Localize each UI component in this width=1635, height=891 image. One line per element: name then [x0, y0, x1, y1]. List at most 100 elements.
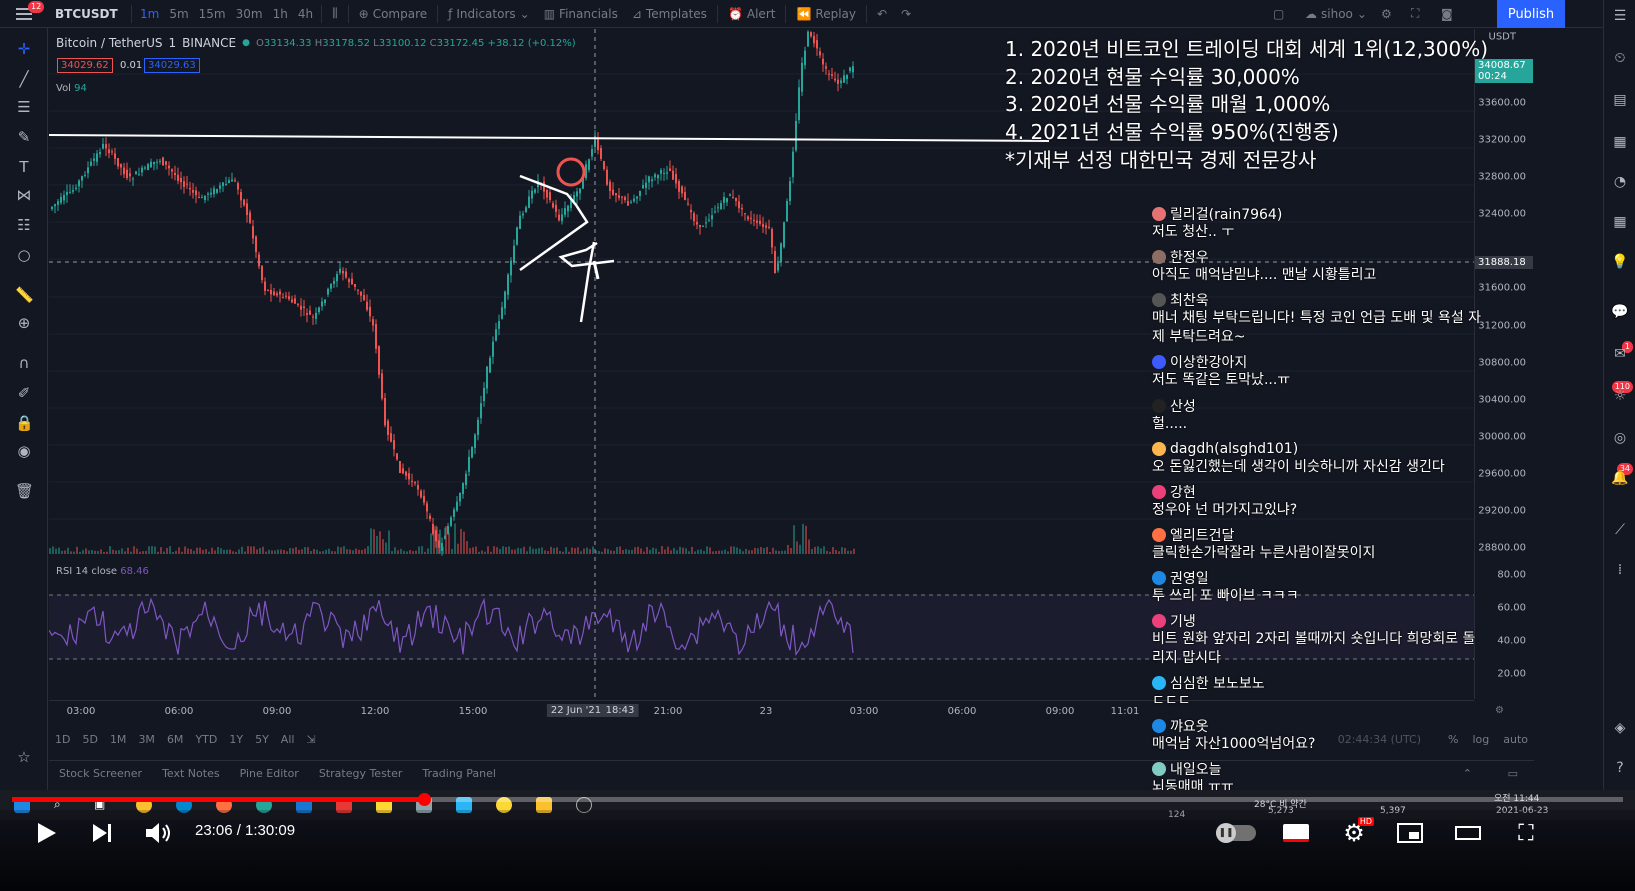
data-window-icon[interactable]: ▤: [1610, 90, 1630, 110]
circle-shape-icon[interactable]: ○: [15, 246, 33, 264]
play-button[interactable]: [28, 815, 64, 851]
replay-button[interactable]: ⏪ Replay: [789, 0, 863, 28]
progress-scrubber[interactable]: [418, 793, 431, 806]
volume-button[interactable]: [140, 815, 176, 851]
subtitles-button[interactable]: [1278, 815, 1314, 851]
interval-1m[interactable]: 1m: [135, 0, 164, 28]
trash-icon[interactable]: 🗑: [15, 482, 34, 500]
zoom-in-icon[interactable]: ⊕: [15, 314, 33, 332]
theater-button[interactable]: [1450, 815, 1486, 851]
drawn-circle-marker[interactable]: [556, 157, 586, 187]
hotlist-icon[interactable]: ▦: [1610, 132, 1630, 152]
stream-icon[interactable]: ◎: [1610, 428, 1630, 448]
interval-1h[interactable]: 1h: [268, 0, 293, 28]
interval-30m[interactable]: 30m: [231, 0, 268, 28]
dom-icon[interactable]: ⁞: [1610, 560, 1630, 580]
tab-stock-screener[interactable]: Stock Screener: [49, 767, 152, 780]
lock-drawing-icon[interactable]: ✐: [15, 384, 33, 402]
range-3m[interactable]: 3M: [132, 733, 161, 746]
main-menu-button[interactable]: 12: [0, 0, 48, 28]
symbol-search-button[interactable]: BTCUSDT: [48, 0, 128, 28]
volume-bar: [556, 547, 558, 554]
brush-icon[interactable]: ✎: [15, 128, 33, 146]
calendar-icon[interactable]: ◔: [1610, 172, 1630, 192]
layout-name-button[interactable]: ☁ sihoo ⌄: [1298, 0, 1374, 28]
settings-button[interactable]: ⚙ HD: [1336, 815, 1374, 851]
lightbulb-icon[interactable]: 💡: [1610, 252, 1630, 272]
text-tool-icon[interactable]: T: [15, 158, 33, 176]
settings-button[interactable]: ⚙: [1374, 0, 1399, 28]
financials-button[interactable]: ▥ Financials: [537, 0, 625, 28]
horizontal-drawn-line[interactable]: [49, 134, 1050, 142]
range-1y[interactable]: 1Y: [223, 733, 249, 746]
goto-date-icon[interactable]: ⇲: [300, 733, 321, 746]
range-all[interactable]: All: [275, 733, 301, 746]
range-6m[interactable]: 6M: [161, 733, 190, 746]
tab-pine-editor[interactable]: Pine Editor: [230, 767, 309, 780]
interval-15m[interactable]: 15m: [194, 0, 231, 28]
range-5y[interactable]: 5Y: [249, 733, 275, 746]
order-panel-icon[interactable]: ⟋: [1610, 520, 1630, 540]
alerts-clock-icon[interactable]: ⏲: [1610, 48, 1630, 68]
undo-button[interactable]: ↶: [870, 0, 894, 28]
candle-body: [210, 192, 212, 195]
lock-icon[interactable]: 🔒: [15, 414, 34, 432]
alert-button[interactable]: ⏰ Alert: [721, 0, 783, 28]
candle-body: [822, 58, 824, 65]
tab-trading-panel[interactable]: Trading Panel: [412, 767, 506, 780]
ruler-icon[interactable]: 📏: [15, 286, 34, 304]
tab-strategy-tester[interactable]: Strategy Tester: [309, 767, 413, 780]
snapshot-button[interactable]: ◙: [1434, 0, 1460, 28]
indicators-button[interactable]: ƒ Indicators ⌄: [441, 0, 537, 28]
interval-4h[interactable]: 4h: [293, 0, 318, 28]
redo-button[interactable]: ↷: [894, 0, 918, 28]
chat-icon[interactable]: 💬: [1610, 302, 1630, 322]
fib-icon[interactable]: ☰: [15, 98, 33, 116]
candle-body: [714, 211, 716, 213]
volume-bar: [196, 547, 198, 554]
candle-body: [255, 236, 257, 253]
messages-icon[interactable]: ✉: [1610, 344, 1630, 364]
range-1m[interactable]: 1M: [104, 733, 133, 746]
interval-5m[interactable]: 5m: [164, 0, 193, 28]
chart-type-button[interactable]: ⫼: [325, 0, 345, 28]
next-button[interactable]: [84, 815, 120, 851]
chat-message: 권영일 투 쓰리 포 빠이브 ㅋㅋㅋ: [1152, 568, 1492, 606]
miniplayer-button[interactable]: [1392, 815, 1428, 851]
volume-bar: [517, 547, 519, 554]
range-ytd[interactable]: YTD: [189, 733, 223, 746]
fullscreen-button[interactable]: ⛶: [1404, 0, 1426, 28]
candle-body: [186, 183, 188, 185]
bell-icon[interactable]: 🔔: [1610, 468, 1630, 488]
star-icon[interactable]: ☆: [15, 748, 33, 766]
sell-price-box[interactable]: 34029.62: [57, 58, 113, 73]
layers-icon[interactable]: ◈: [1610, 718, 1630, 738]
trend-line-icon[interactable]: ╱: [15, 70, 33, 88]
prediction-icon[interactable]: ☷: [15, 216, 33, 234]
volume-bar: [538, 548, 540, 554]
magnet-icon[interactable]: ∩: [15, 354, 33, 372]
volume-bar: [631, 549, 633, 554]
bulb-icon[interactable]: ☼: [1610, 386, 1630, 406]
eye-icon[interactable]: ◉: [15, 442, 33, 460]
publish-button[interactable]: Publish: [1497, 0, 1565, 28]
pattern-icon[interactable]: ⋈: [15, 186, 33, 204]
volume-bar: [712, 551, 714, 554]
compare-button[interactable]: ⊕ Compare: [352, 0, 435, 28]
layout-button[interactable]: ▢: [1266, 0, 1291, 28]
axis-settings-icon[interactable]: ⚙: [1495, 705, 1504, 716]
volume-bar: [760, 547, 762, 554]
tab-text-notes[interactable]: Text Notes: [152, 767, 230, 780]
range-1d[interactable]: 1D: [49, 733, 76, 746]
templates-button[interactable]: ⊿ Templates: [625, 0, 714, 28]
watchlist-icon[interactable]: ☰: [1610, 6, 1630, 26]
auto-scale-toggle[interactable]: auto: [1503, 733, 1528, 746]
range-5d[interactable]: 5D: [76, 733, 103, 746]
autoplay-toggle[interactable]: ❚❚: [1214, 815, 1258, 851]
buy-price-box[interactable]: 34029.63: [144, 58, 200, 73]
maximize-panel-icon[interactable]: ▭: [1508, 767, 1518, 780]
fullscreen-video-button[interactable]: ⛶: [1508, 815, 1544, 851]
ideas-grid-icon[interactable]: ▦: [1610, 212, 1630, 232]
crosshair-icon[interactable]: ✛: [15, 40, 33, 58]
help-icon[interactable]: ?: [1610, 758, 1630, 778]
